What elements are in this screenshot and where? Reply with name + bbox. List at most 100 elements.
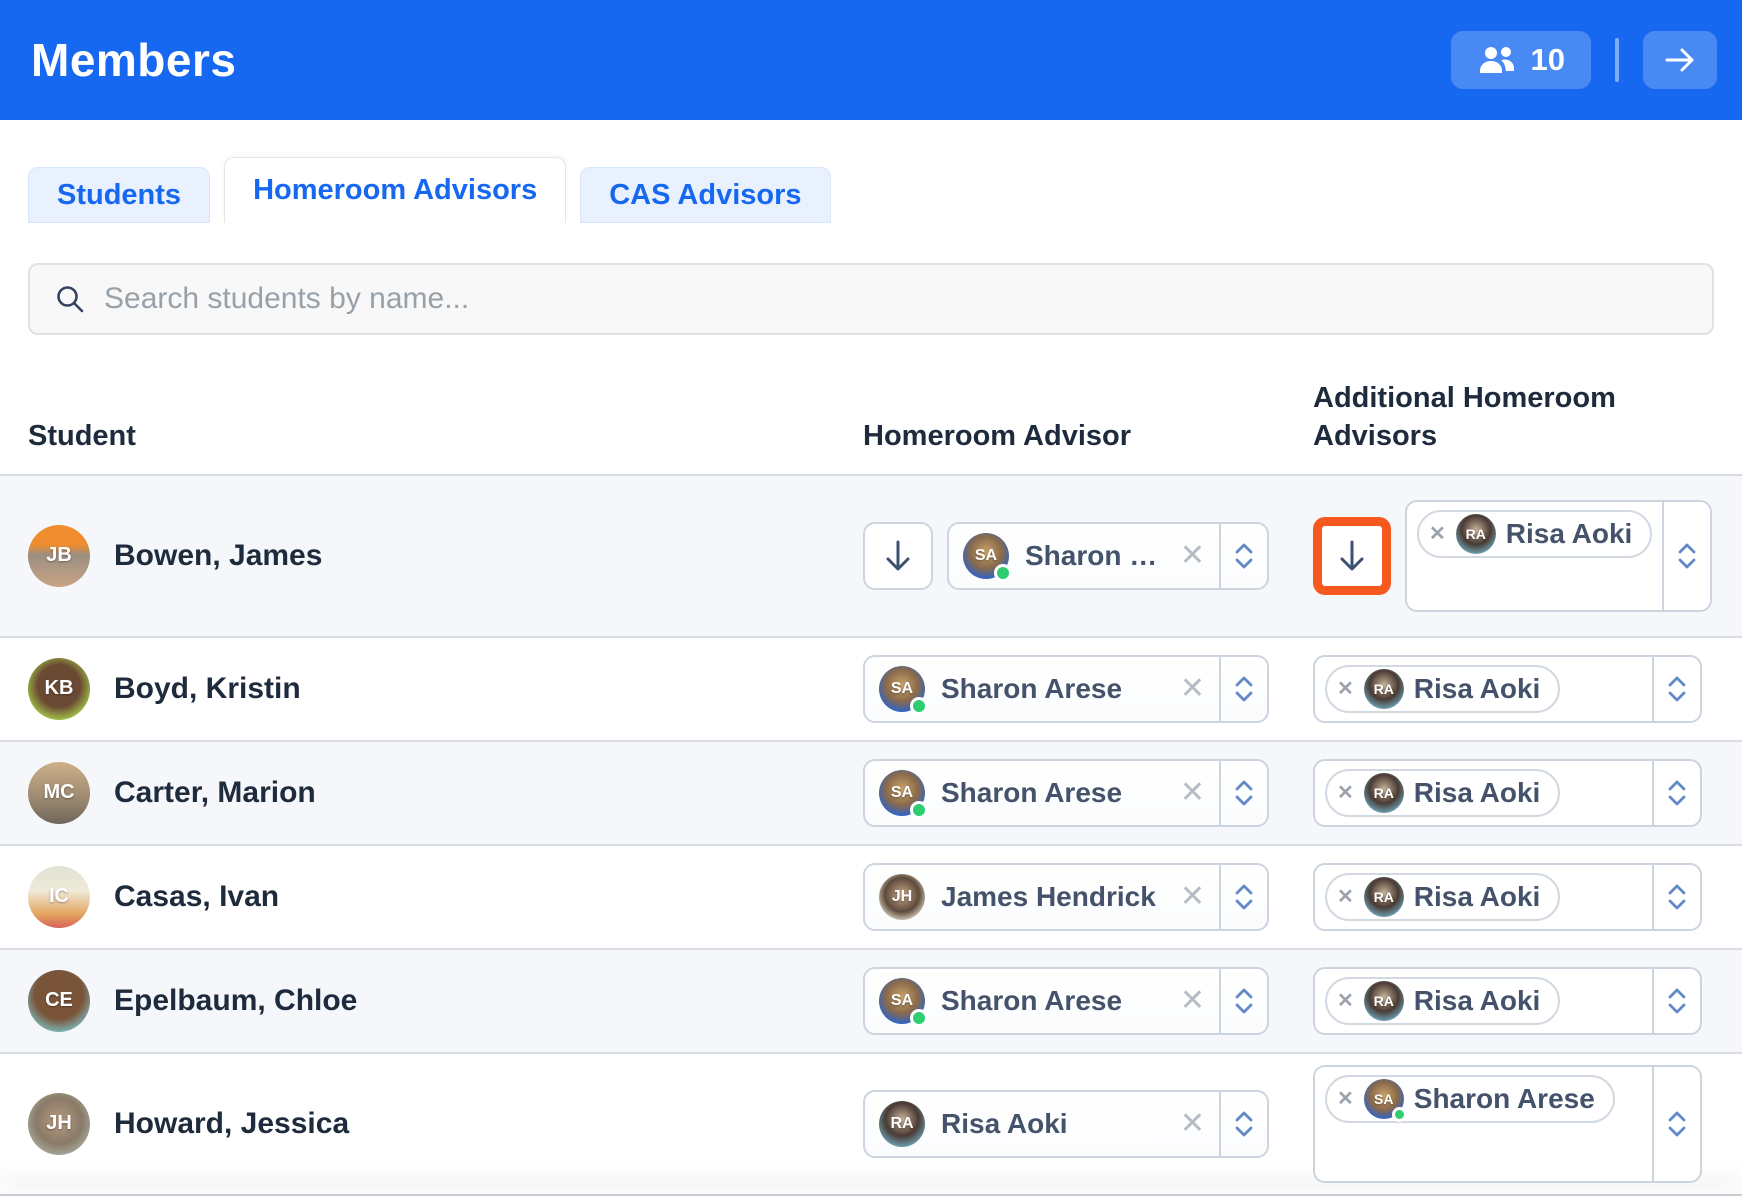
student-avatar: JB (28, 525, 90, 587)
additional-advisors-select[interactable]: ✕ RA Risa Aoki (1313, 655, 1702, 723)
select-spinner[interactable] (1219, 657, 1267, 721)
chevron-up-icon (1667, 675, 1687, 687)
remove-advisor-icon[interactable]: ✕ (1337, 1086, 1354, 1111)
table-row: IC Casas, Ivan JH James Hendrick ✕ (0, 844, 1742, 948)
student-avatar: IC (28, 866, 90, 928)
select-spinner[interactable] (1219, 969, 1267, 1033)
advisor-chip: ✕ RA Risa Aoki (1325, 977, 1560, 1025)
additional-advisors-select[interactable]: ✕ RA Risa Aoki (1405, 500, 1712, 612)
select-spinner[interactable] (1662, 502, 1710, 610)
chevron-up-icon (1677, 542, 1697, 554)
student-name: Carter, Marion (114, 776, 316, 810)
clear-selection-icon[interactable]: ✕ (1166, 1106, 1219, 1141)
clear-selection-icon[interactable]: ✕ (1166, 538, 1219, 573)
advisor-avatar: RA (1364, 877, 1404, 917)
table-row: KB Boyd, Kristin SA Sharon Arese ✕ (0, 636, 1742, 740)
table-row: MC Carter, Marion SA Sharon Arese ✕ (0, 740, 1742, 844)
clear-selection-icon[interactable]: ✕ (1166, 983, 1219, 1018)
selected-advisor-name: Sharon … (1025, 540, 1166, 572)
homeroom-advisor-select[interactable]: SA Sharon Arese ✕ (863, 967, 1269, 1035)
advisor-avatar: RA (879, 1101, 925, 1147)
homeroom-advisor-select[interactable]: RA Risa Aoki ✕ (863, 1090, 1269, 1158)
online-status-dot (910, 697, 928, 715)
selected-advisor-name: James Hendrick (941, 881, 1166, 913)
advisor-chip: ✕ SA Sharon Arese (1325, 1075, 1615, 1123)
remove-advisor-icon[interactable]: ✕ (1337, 676, 1354, 701)
homeroom-advisor-select[interactable]: JH James Hendrick ✕ (863, 863, 1269, 931)
chevron-down-icon (1677, 558, 1697, 570)
remove-advisor-icon[interactable]: ✕ (1337, 884, 1354, 909)
search-input[interactable] (104, 282, 1688, 316)
advisor-chip: ✕ RA Risa Aoki (1325, 873, 1560, 921)
chevron-down-icon (1234, 1003, 1254, 1015)
advisor-avatar: SA (879, 666, 925, 712)
arrow-down-icon (1336, 538, 1368, 574)
select-spinner[interactable] (1219, 761, 1267, 825)
additional-advisors-select[interactable]: ✕ RA Risa Aoki (1313, 967, 1702, 1035)
table-header: Student Homeroom Advisor Additional Home… (0, 335, 1742, 476)
online-status-dot (994, 564, 1012, 582)
clear-selection-icon[interactable]: ✕ (1166, 775, 1219, 810)
chevron-down-icon (1667, 1126, 1687, 1138)
chip-advisor-name: Risa Aoki (1414, 881, 1541, 913)
advisor-avatar: SA (1364, 1079, 1404, 1119)
member-count-button[interactable]: 10 (1451, 31, 1591, 89)
clear-selection-icon[interactable]: ✕ (1166, 879, 1219, 914)
chip-advisor-name: Risa Aoki (1506, 518, 1633, 550)
chevron-up-icon (1667, 883, 1687, 895)
chevron-down-icon (1667, 1003, 1687, 1015)
selected-advisor-name: Sharon Arese (941, 673, 1166, 705)
assign-advisor-button[interactable] (863, 522, 933, 590)
advisor-avatar: SA (963, 533, 1009, 579)
tab-students[interactable]: Students (28, 167, 210, 223)
chip-advisor-name: Risa Aoki (1414, 673, 1541, 705)
chevron-down-icon (1234, 558, 1254, 570)
chevron-up-icon (1234, 1110, 1254, 1122)
chip-advisor-name: Risa Aoki (1414, 985, 1541, 1017)
remove-advisor-icon[interactable]: ✕ (1337, 780, 1354, 805)
next-page-button[interactable] (1643, 31, 1717, 89)
advisor-chip: ✕ RA Risa Aoki (1325, 665, 1560, 713)
select-spinner[interactable] (1652, 761, 1700, 825)
student-name: Casas, Ivan (114, 880, 279, 914)
tab-bar: Students Homeroom Advisors CAS Advisors (0, 157, 1742, 223)
select-spinner[interactable] (1219, 524, 1267, 588)
remove-advisor-icon[interactable]: ✕ (1337, 988, 1354, 1013)
select-spinner[interactable] (1219, 865, 1267, 929)
advisor-avatar: RA (1364, 981, 1404, 1021)
chip-advisor-name: Risa Aoki (1414, 777, 1541, 809)
online-status-dot (910, 1009, 928, 1027)
search-icon (54, 283, 86, 315)
additional-advisors-select[interactable]: ✕ RA Risa Aoki (1313, 759, 1702, 827)
chevron-up-icon (1234, 987, 1254, 999)
chevron-up-icon (1234, 675, 1254, 687)
assign-additional-advisor-button[interactable] (1313, 517, 1391, 595)
advisor-avatar: SA (879, 978, 925, 1024)
clear-selection-icon[interactable]: ✕ (1166, 671, 1219, 706)
selected-advisor-name: Sharon Arese (941, 777, 1166, 809)
additional-advisors-select[interactable]: ✕ SA Sharon Arese (1313, 1065, 1702, 1183)
homeroom-advisor-select[interactable]: SA Sharon … ✕ (947, 522, 1269, 590)
search-bar (28, 263, 1714, 335)
select-spinner[interactable] (1652, 865, 1700, 929)
selected-advisor-name: Risa Aoki (941, 1108, 1166, 1140)
select-spinner[interactable] (1652, 969, 1700, 1033)
select-spinner[interactable] (1219, 1092, 1267, 1156)
page-header: Members 10 (0, 0, 1742, 120)
chevron-up-icon (1234, 779, 1254, 791)
student-avatar: MC (28, 762, 90, 824)
additional-advisors-select[interactable]: ✕ RA Risa Aoki (1313, 863, 1702, 931)
chevron-down-icon (1234, 899, 1254, 911)
advisor-avatar: RA (1364, 773, 1404, 813)
homeroom-advisor-select[interactable]: SA Sharon Arese ✕ (863, 655, 1269, 723)
tab-homeroom-advisors[interactable]: Homeroom Advisors (224, 157, 566, 223)
chevron-down-icon (1667, 795, 1687, 807)
remove-advisor-icon[interactable]: ✕ (1429, 521, 1446, 546)
column-header-additional: Additional Homeroom Advisors (1313, 379, 1643, 456)
tab-cas-advisors[interactable]: CAS Advisors (580, 167, 830, 223)
select-spinner[interactable] (1652, 1067, 1700, 1181)
homeroom-advisor-select[interactable]: SA Sharon Arese ✕ (863, 759, 1269, 827)
column-header-homeroom: Homeroom Advisor (863, 417, 1313, 455)
select-spinner[interactable] (1652, 657, 1700, 721)
student-name: Epelbaum, Chloe (114, 984, 357, 1018)
